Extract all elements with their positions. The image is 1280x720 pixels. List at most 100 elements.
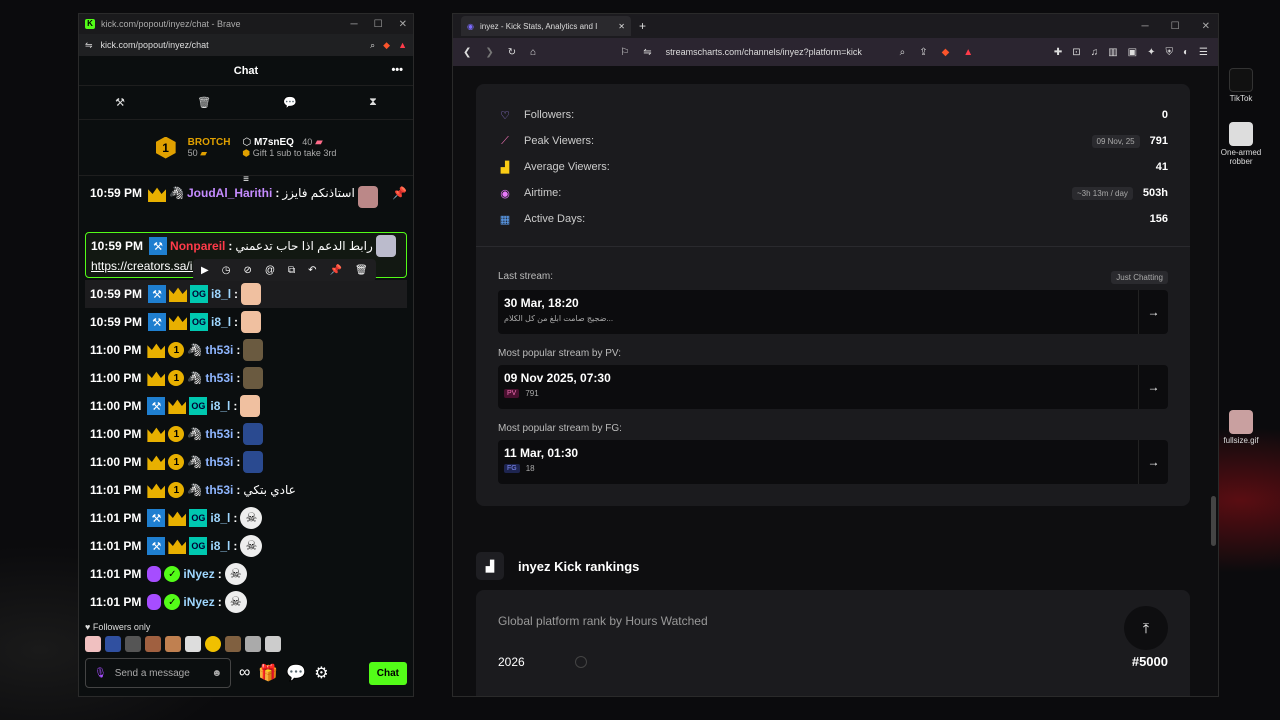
menu-icon[interactable]: ☰: [1199, 47, 1208, 58]
username[interactable]: JoudAl_Harithi: [187, 186, 272, 200]
close-tab-icon[interactable]: ✕: [618, 22, 625, 31]
quick-emote[interactable]: [85, 636, 101, 652]
desktop-icon-tiktok[interactable]: TikTok: [1216, 68, 1266, 103]
play-icon[interactable]: ▶: [201, 265, 209, 276]
username[interactable]: th53i: [205, 371, 233, 385]
bookmark-icon[interactable]: ⚐: [620, 47, 629, 58]
brave-rewards-icon[interactable]: ▲: [963, 47, 973, 58]
quick-emote[interactable]: [225, 636, 241, 652]
vpn-icon[interactable]: ⛨: [1165, 47, 1173, 58]
trash-icon[interactable]: 🗑: [197, 96, 211, 109]
more-options-icon[interactable]: •••: [391, 64, 403, 76]
chat-message[interactable]: 11:01 PM 1 🦓 th53i: عادي بتكي: [85, 476, 407, 504]
site-info-icon[interactable]: ⇋: [643, 47, 651, 58]
gift-box-icon[interactable]: 🎁: [258, 663, 278, 683]
back-icon[interactable]: ❮: [463, 47, 471, 58]
arrow-right-icon[interactable]: →: [1138, 365, 1168, 409]
gear-icon[interactable]: ⚙: [314, 663, 328, 683]
username[interactable]: i8_l: [210, 399, 230, 413]
quick-emote[interactable]: [245, 636, 261, 652]
popular-pv-card[interactable]: 09 Nov 2025, 07:30 PV 791 →: [498, 365, 1168, 409]
chat-bubble-icon[interactable]: 💬: [286, 663, 306, 683]
brave-rewards-icon[interactable]: ▲: [398, 40, 407, 50]
minimize-icon[interactable]: ─: [1142, 21, 1149, 32]
mention-icon[interactable]: @: [265, 265, 275, 276]
speech-bubble-icon[interactable]: 💬: [283, 96, 297, 109]
active-tab[interactable]: ◉ inyez - Kick Stats, Analytics and I ✕: [461, 16, 631, 36]
site-info-icon[interactable]: ⇋: [85, 40, 93, 51]
scroll-to-top-button[interactable]: ⤒: [1124, 606, 1168, 650]
gift-leaderboard[interactable]: 1 BROTCH 50 ▰ ⬡ M7snEQ 40 ▰ ⬢ Gift 1 sub…: [79, 120, 413, 176]
pin-message-icon[interactable]: 📌: [330, 265, 342, 276]
reply-icon[interactable]: ↶: [308, 265, 316, 276]
username[interactable]: i8_l: [210, 539, 230, 553]
username[interactable]: Nonpareil: [170, 239, 225, 253]
chat-message[interactable]: 10:59 PM 🦓 JoudAl_Harithi: استاذنكم فايز…: [85, 186, 407, 230]
info-circle-icon[interactable]: [574, 655, 587, 668]
send-chat-button[interactable]: Chat: [368, 661, 407, 685]
quick-emote[interactable]: [185, 636, 201, 652]
arrow-right-icon[interactable]: →: [1138, 440, 1168, 484]
extensions-icon[interactable]: ✚: [1054, 47, 1062, 58]
chat-message[interactable]: 11:00 PM ⚒ OG i8_l:: [85, 392, 407, 420]
infinity-icon[interactable]: ∞: [239, 664, 250, 682]
quick-emote[interactable]: [145, 636, 161, 652]
chat-message[interactable]: 10:59 PM ⚒ OG i8_l:: [85, 308, 407, 336]
username[interactable]: i8_l: [210, 511, 230, 525]
username[interactable]: i8_l: [211, 287, 231, 301]
desktop-icon-fullsize-gif[interactable]: fullsize.gif: [1216, 410, 1266, 445]
new-tab-icon[interactable]: +: [639, 19, 646, 33]
home-icon[interactable]: ⌂: [530, 47, 536, 58]
chat-message[interactable]: 11:00 PM 1 🦓 th53i:: [85, 420, 407, 448]
last-stream-card[interactable]: 30 Mar, 18:20 ضجيج صامت ابلغ من كل الكلا…: [498, 290, 1168, 334]
quick-emote[interactable]: [205, 636, 221, 652]
slash-icon[interactable]: ⊘: [243, 265, 251, 276]
sidebar-icon[interactable]: ▥: [1108, 47, 1117, 58]
chat-message[interactable]: 10:59 PM ⚒ OG i8_l:: [85, 280, 407, 308]
close-icon[interactable]: ✕: [1202, 21, 1210, 32]
brave-shield-icon[interactable]: ◆: [383, 40, 390, 51]
reload-icon[interactable]: ↻: [508, 47, 516, 58]
pin-icon[interactable]: 📌: [392, 186, 407, 200]
quick-emote[interactable]: [125, 636, 141, 652]
music-icon[interactable]: ♫: [1091, 47, 1099, 58]
ai-icon[interactable]: ✦: [1147, 47, 1155, 58]
delete-icon[interactable]: 🗑: [355, 265, 368, 276]
hammer-icon[interactable]: ⚒: [115, 96, 125, 109]
popular-fg-card[interactable]: 11 Mar, 01:30 FG 18 →: [498, 440, 1168, 484]
chat-message[interactable]: 11:01 PM ✓ iNyez: ☠: [85, 560, 407, 588]
zoom-icon[interactable]: ⌕: [370, 40, 375, 51]
close-icon[interactable]: ✕: [399, 19, 407, 30]
leo-icon[interactable]: ◐: [1183, 47, 1189, 58]
wallet-icon[interactable]: ▣: [1128, 47, 1137, 58]
chat-message[interactable]: 11:00 PM 1 🦓 th53i:: [85, 336, 407, 364]
chat-message[interactable]: 11:00 PM 1 🦓 th53i:: [85, 364, 407, 392]
clock-icon[interactable]: ◷: [222, 265, 231, 276]
desktop-icon-one-armed-robber[interactable]: One-armed robber: [1216, 122, 1266, 166]
username[interactable]: th53i: [205, 343, 233, 357]
username[interactable]: i8_l: [211, 315, 231, 329]
copy-icon[interactable]: ⧉: [288, 265, 295, 276]
chat-message[interactable]: 11:01 PM ⚒ OG i8_l: ☠: [85, 504, 407, 532]
quick-emote[interactable]: [265, 636, 281, 652]
forward-icon[interactable]: ❯: [485, 47, 493, 58]
minimize-icon[interactable]: ─: [351, 19, 358, 30]
username[interactable]: iNyez: [183, 595, 214, 609]
chat-url[interactable]: kick.com/popout/inyez/chat: [101, 40, 363, 50]
brave-shield-icon[interactable]: ◆: [942, 47, 950, 58]
username[interactable]: iNyez: [183, 567, 214, 581]
quick-emote[interactable]: [165, 636, 181, 652]
emoji-icon[interactable]: ☻: [211, 668, 222, 679]
username[interactable]: th53i: [205, 483, 233, 497]
hourglass-icon[interactable]: ⧗: [369, 96, 377, 109]
username[interactable]: th53i: [205, 455, 233, 469]
screenshot-icon[interactable]: ⊡: [1072, 47, 1080, 58]
maximize-icon[interactable]: ☐: [374, 19, 383, 30]
chat-message[interactable]: 11:00 PM 1 🦓 th53i:: [85, 448, 407, 476]
chat-message[interactable]: 11:01 PM ⚒ OG i8_l: ☠: [85, 532, 407, 560]
microphone-icon[interactable]: 🎙: [94, 668, 107, 679]
zoom-icon[interactable]: ⌕: [900, 47, 906, 58]
chat-input[interactable]: 🎙 Send a message ☻: [85, 658, 231, 688]
page-scrollbar[interactable]: [1211, 496, 1216, 546]
chat-message[interactable]: 11:01 PM ✓ iNyez: ☠: [85, 588, 407, 616]
